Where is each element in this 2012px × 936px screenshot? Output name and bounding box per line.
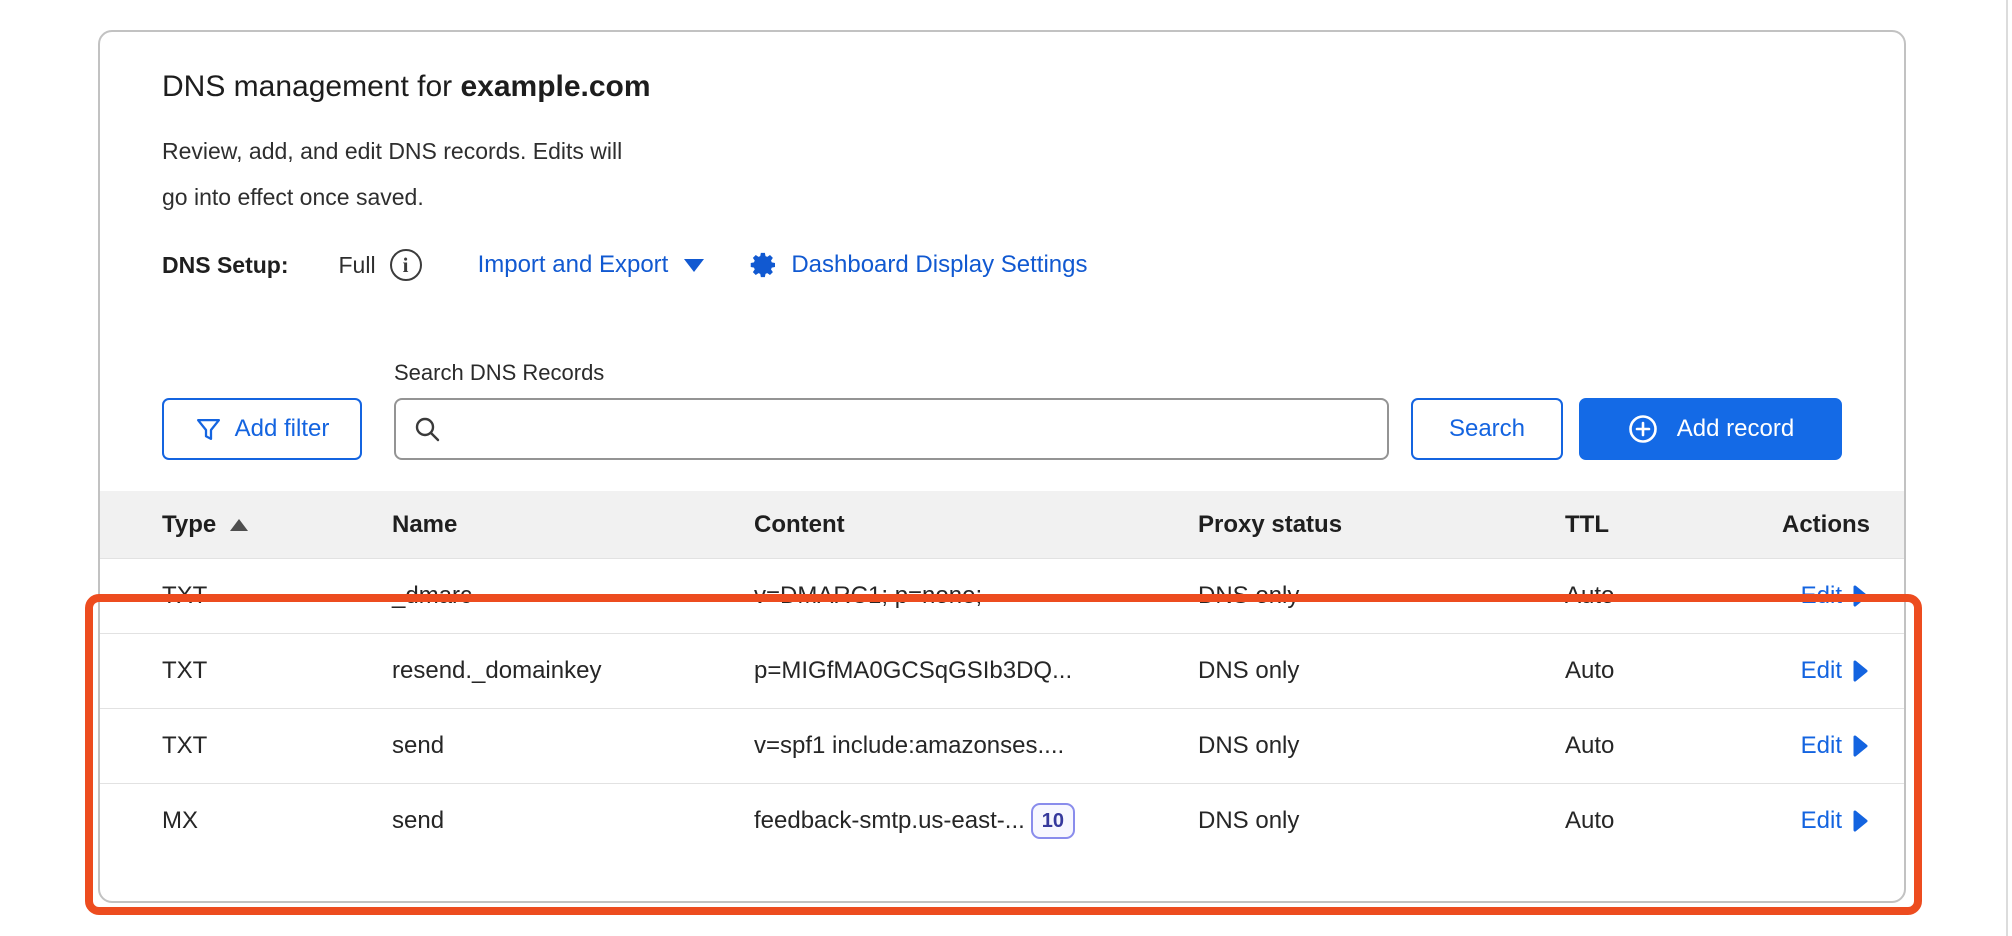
record-content-cell: p=MIGfMA0GCSqGSIb3DQ... <box>754 657 1198 685</box>
search-records-label: Search DNS Records <box>394 360 1904 386</box>
chevron-right-icon <box>1852 809 1870 833</box>
filter-funnel-icon <box>195 416 222 443</box>
chevron-down-icon <box>684 259 704 272</box>
record-content-text: feedback-smtp.us-east-... <box>754 807 1025 835</box>
page-subtitle: Review, add, and edit DNS records. Edits… <box>162 128 1904 220</box>
dns-records-body: TXT _dmarc v=DMARC1; p=none; DNS only Au… <box>100 558 1904 858</box>
mx-priority-badge: 10 <box>1031 803 1075 839</box>
record-name-cell: resend._domainkey <box>392 657 754 685</box>
dns-setup-label: DNS Setup: <box>162 252 289 279</box>
record-ttl-cell: Auto <box>1565 657 1740 685</box>
record-content-cell: feedback-smtp.us-east-... 10 <box>754 803 1198 839</box>
chevron-right-icon <box>1852 659 1870 683</box>
dns-records-table: Type Name Content Proxy status TTL Actio… <box>100 491 1904 858</box>
edit-label: Edit <box>1801 582 1842 610</box>
record-type-cell: TXT <box>100 657 392 685</box>
column-header-type[interactable]: Type <box>100 511 392 539</box>
card-header-section: DNS management for example.com Review, a… <box>100 68 1904 460</box>
search-box <box>394 398 1389 460</box>
gear-icon <box>748 250 778 280</box>
subtitle-line-2: go into effect once saved. <box>162 174 1904 220</box>
column-header-actions: Actions <box>1782 511 1904 539</box>
column-header-content[interactable]: Content <box>754 511 1198 539</box>
edit-record-button[interactable]: Edit <box>1801 732 1870 760</box>
import-export-label: Import and Export <box>478 251 669 279</box>
record-type-cell: TXT <box>100 582 392 610</box>
record-proxy-status-cell: DNS only <box>1198 732 1565 760</box>
page-title: DNS management for example.com <box>162 68 1904 106</box>
record-ttl-cell: Auto <box>1565 732 1740 760</box>
add-record-label: Add record <box>1677 415 1794 443</box>
edit-record-button[interactable]: Edit <box>1801 582 1870 610</box>
record-content-cell: v=spf1 include:amazonses.... <box>754 732 1198 760</box>
edit-record-button[interactable]: Edit <box>1801 807 1870 835</box>
edit-label: Edit <box>1801 657 1842 685</box>
table-header-row: Type Name Content Proxy status TTL Actio… <box>100 491 1904 558</box>
page-title-domain: example.com <box>460 70 650 103</box>
dns-management-card: DNS management for example.com Review, a… <box>98 30 1906 903</box>
add-filter-label: Add filter <box>235 415 330 443</box>
record-name-cell: _dmarc <box>392 582 754 610</box>
record-name-cell: send <box>392 732 754 760</box>
column-header-proxy-status[interactable]: Proxy status <box>1198 511 1565 539</box>
record-ttl-cell: Auto <box>1565 807 1740 835</box>
page-title-prefix: DNS management for <box>162 70 460 103</box>
edit-record-button[interactable]: Edit <box>1801 657 1870 685</box>
record-actions-cell: Edit <box>1801 582 1904 610</box>
column-header-name[interactable]: Name <box>392 511 754 539</box>
add-record-button[interactable]: Add record <box>1579 398 1842 460</box>
table-controls-row: Add filter Search Add r <box>162 398 1904 460</box>
record-name-cell: send <box>392 807 754 835</box>
record-type-cell: TXT <box>100 732 392 760</box>
record-content-text: p=MIGfMA0GCSqGSIb3DQ... <box>754 657 1072 685</box>
chevron-right-icon <box>1852 734 1870 758</box>
dashboard-display-settings-link[interactable]: Dashboard Display Settings <box>791 251 1087 279</box>
dns-setup-row: DNS Setup: Full i Import and Export Dash… <box>162 246 1904 284</box>
table-row: TXT _dmarc v=DMARC1; p=none; DNS only Au… <box>100 558 1904 633</box>
record-ttl-cell: Auto <box>1565 582 1740 610</box>
table-row: TXT resend._domainkey p=MIGfMA0GCSqGSIb3… <box>100 633 1904 708</box>
record-actions-cell: Edit <box>1801 732 1904 760</box>
record-type-cell: MX <box>100 807 392 835</box>
table-row: MX send feedback-smtp.us-east-... 10 DNS… <box>100 783 1904 858</box>
search-dns-records-input[interactable] <box>454 402 1371 456</box>
record-proxy-status-cell: DNS only <box>1198 582 1565 610</box>
column-header-ttl[interactable]: TTL <box>1565 511 1740 539</box>
record-actions-cell: Edit <box>1801 807 1904 835</box>
search-button[interactable]: Search <box>1411 398 1563 460</box>
dns-setup-value: Full <box>339 252 376 279</box>
page-edge-divider <box>2006 0 2008 936</box>
column-header-type-label: Type <box>162 511 216 539</box>
record-content-text: v=DMARC1; p=none; <box>754 582 982 610</box>
record-content-cell: v=DMARC1; p=none; <box>754 582 1198 610</box>
info-icon[interactable]: i <box>390 249 422 281</box>
record-proxy-status-cell: DNS only <box>1198 657 1565 685</box>
add-filter-button[interactable]: Add filter <box>162 398 362 460</box>
record-proxy-status-cell: DNS only <box>1198 807 1565 835</box>
plus-circle-icon <box>1627 413 1659 445</box>
edit-label: Edit <box>1801 732 1842 760</box>
edit-label: Edit <box>1801 807 1842 835</box>
subtitle-line-1: Review, add, and edit DNS records. Edits… <box>162 128 1904 174</box>
import-export-dropdown[interactable]: Import and Export <box>478 251 705 279</box>
record-actions-cell: Edit <box>1801 657 1904 685</box>
record-content-text: v=spf1 include:amazonses.... <box>754 732 1064 760</box>
search-icon <box>412 414 442 444</box>
sort-ascending-icon <box>230 519 248 531</box>
chevron-right-icon <box>1852 584 1870 608</box>
dns-management-page: DNS management for example.com Review, a… <box>0 0 2012 936</box>
table-row: TXT send v=spf1 include:amazonses.... DN… <box>100 708 1904 783</box>
